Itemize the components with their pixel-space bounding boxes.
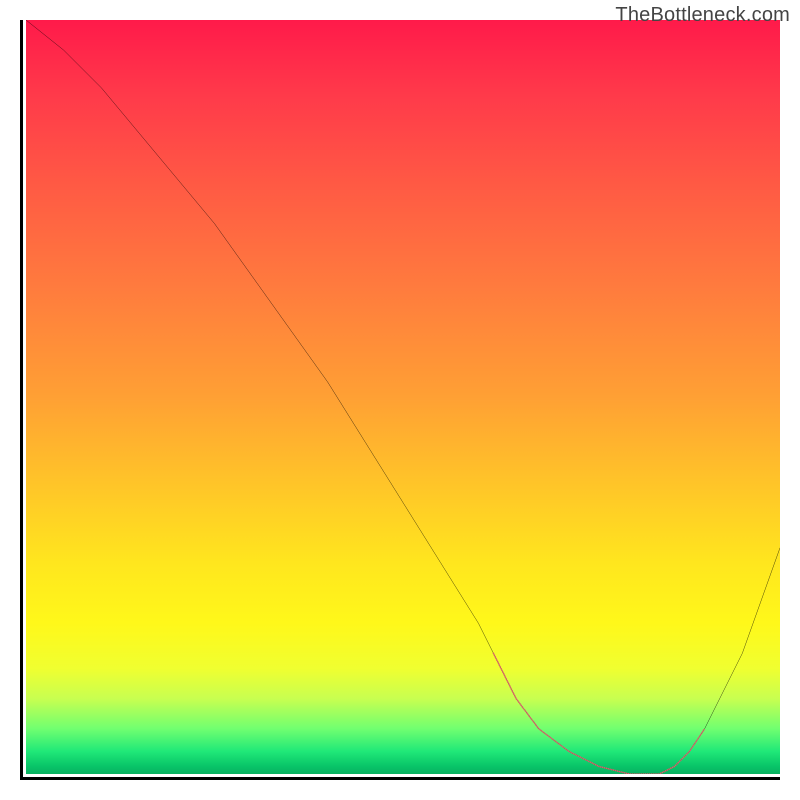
bottleneck-chart: TheBottleneck.com xyxy=(0,0,800,800)
chart-overlay xyxy=(26,20,780,774)
optimal-zone-highlight xyxy=(493,653,704,774)
plot-area xyxy=(20,20,780,780)
bottleneck-curve-line xyxy=(26,20,780,774)
watermark-text: TheBottleneck.com xyxy=(615,4,790,27)
